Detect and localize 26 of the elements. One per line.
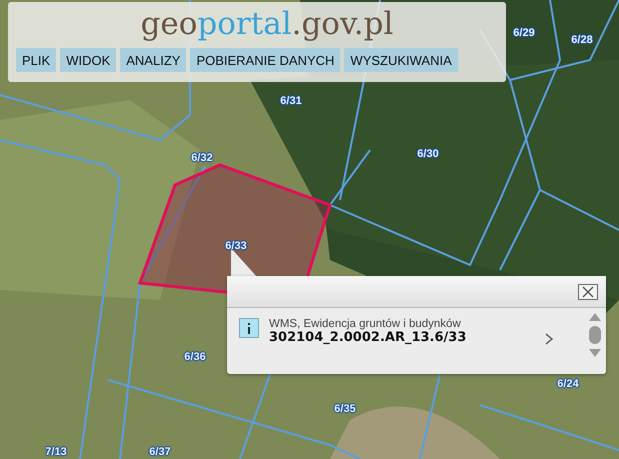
parcel-number: 6/37 xyxy=(149,446,171,458)
parcel-number: 6/28 xyxy=(571,34,593,46)
scroll-up-icon[interactable] xyxy=(588,312,602,322)
parcel-number: 6/32 xyxy=(191,152,213,164)
scroll-down-icon[interactable] xyxy=(588,348,602,358)
parcel-number: 6/30 xyxy=(417,148,439,160)
menu-button[interactable]: WYSZUKIWANIA xyxy=(344,48,458,72)
menu-button[interactable]: WIDOK xyxy=(60,48,116,72)
scroll-thumb[interactable] xyxy=(589,326,601,344)
parcel-number: 6/29 xyxy=(513,27,535,39)
parcel-number: 6/35 xyxy=(334,403,356,415)
parcel-number: 7/13 xyxy=(45,446,67,458)
parcel-id: 302104_2.0002.AR_13.6/33 xyxy=(269,330,468,345)
info-icon xyxy=(239,318,259,338)
logo: geoportal.gov.pl xyxy=(140,6,394,42)
chevron-right-icon[interactable] xyxy=(544,332,554,346)
parcel-number: 6/24 xyxy=(557,378,579,390)
menu-button[interactable]: POBIERANIE DANYCH xyxy=(190,48,340,72)
parcel-number: 6/36 xyxy=(184,351,206,363)
layer-source: WMS, Ewidencja gruntów i budynków xyxy=(269,318,462,330)
close-button[interactable] xyxy=(578,284,598,300)
menu-button[interactable]: ANALIZY xyxy=(120,48,186,72)
menu-button[interactable]: PLIK xyxy=(16,48,56,72)
parcel-number: 6/31 xyxy=(280,95,302,107)
parcel-number: 6/33 xyxy=(225,240,247,252)
close-icon xyxy=(582,286,594,298)
